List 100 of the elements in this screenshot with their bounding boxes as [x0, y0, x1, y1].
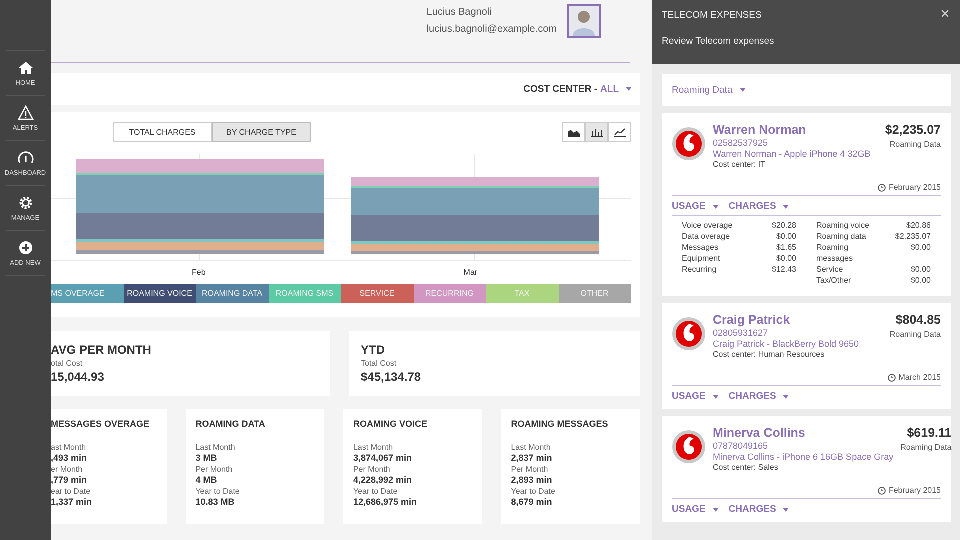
home-icon [18, 60, 34, 76]
expense-type: Roaming Data [890, 140, 941, 149]
charge-value: $20.28 [772, 220, 796, 231]
stat-label: Per Month [196, 465, 234, 474]
amount: $2,235.07 [885, 123, 941, 137]
bar-chart-button[interactable] [585, 122, 608, 142]
date: March 2015 [898, 373, 941, 382]
stat-label: Last Month [353, 443, 394, 452]
stat-value: 2,837 min [511, 453, 554, 463]
card-title: ROAMING VOICE [353, 419, 428, 429]
stat-value: 4,228,992 min [353, 475, 414, 485]
stat-value: 8,679 min [511, 497, 554, 507]
stat-value: 1,337 min [51, 497, 94, 507]
cost-value: 15,044.93 [51, 370, 106, 384]
charge-value: $0.00 [910, 275, 931, 286]
chart-toggle[interactable]: TOTAL CHARGES [113, 122, 212, 142]
legend-item: RECURRING [414, 284, 486, 303]
charges-dropdown[interactable]: CHARGES [728, 391, 790, 402]
charge-value: $0.00 [910, 264, 931, 275]
chart-toggle[interactable]: BY CHARGE TYPE [212, 122, 311, 142]
legend-item: ROAMING DATA [196, 284, 268, 303]
axis-label: Feb [192, 268, 206, 276]
charges-dropdown[interactable]: CHARGES [728, 201, 790, 212]
date: February 2015 [888, 183, 941, 192]
stat-label: Last Month [196, 443, 236, 452]
stat-value: 3,874,067 min [353, 453, 414, 463]
stat-value: 3 MB [196, 453, 218, 463]
plus-icon [18, 240, 34, 256]
usage-dropdown[interactable]: USAGE [672, 391, 719, 402]
phone-number: 02582537925 [713, 138, 770, 148]
person-name[interactable]: Minerva Collins [713, 426, 894, 440]
user-name: Lucius Bagnoli [426, 7, 493, 18]
usage-dropdown[interactable]: USAGE [672, 504, 719, 515]
avatar-icon [567, 4, 601, 38]
charge-label: Voice overage [682, 220, 734, 231]
legend-item: TAX [486, 284, 558, 303]
charges-dropdown[interactable]: CHARGES [728, 504, 790, 515]
charge-label: Messages [682, 242, 720, 253]
charge-label: Recurring [682, 264, 718, 275]
device-name: Minerva Collins - iPhone 6 16GB Space Gray [713, 452, 894, 462]
legend-item: ROAMING VOICE [124, 284, 196, 303]
alert-icon [18, 104, 34, 120]
person-name[interactable]: Warren Norman [713, 123, 878, 137]
card-title: MESSAGES OVERAGE [51, 419, 151, 429]
stat-label: Last Month [511, 443, 552, 452]
charge-value: $20.86 [906, 220, 931, 231]
charge-label: Equipment [682, 253, 722, 264]
stat-label: Per Month [353, 465, 392, 474]
area-chart-icon [568, 127, 580, 137]
cost-label: otal Cost [51, 359, 84, 368]
charge-label: Data overage [682, 231, 732, 242]
carrier-logo-icon [672, 127, 706, 161]
expense-type: Roaming Data [900, 443, 952, 452]
panel-title: TELECOM EXPENSES [662, 10, 762, 20]
charge-label: Roaming data [816, 231, 868, 242]
stat-label: ear to Date [51, 487, 92, 496]
amount: $804.85 [896, 313, 941, 327]
cost-center-dropdown[interactable]: COST CENTER - ALL [524, 84, 632, 94]
card-title: ROAMING MESSAGES [511, 419, 610, 429]
cost-label: Total Cost [361, 359, 398, 368]
dashboard-icon [18, 150, 34, 166]
carrier-logo-icon [672, 317, 706, 351]
phone-number: 07878049165 [713, 441, 770, 451]
person-name[interactable]: Craig Patrick [713, 313, 883, 327]
stat-label: er Month [51, 465, 84, 474]
date: February 2015 [888, 486, 941, 495]
charge-value: $2,235.07 [894, 231, 931, 242]
stat-label: ast Month [51, 443, 88, 452]
expense-type: Roaming Data [890, 330, 941, 339]
legend-item: ROAMING SMS [268, 284, 341, 303]
panel-subtitle: Review Telecom expenses [662, 36, 776, 47]
charge-value: $0.00 [775, 253, 796, 264]
usage-dropdown[interactable]: USAGE [672, 201, 719, 212]
stat-label: Year to Date [196, 487, 241, 496]
cost-center: Cost center: Sales [713, 463, 780, 472]
charge-label: Tax/Other [816, 275, 852, 286]
stat-value: ,493 min [51, 453, 88, 463]
amount: $619.11 [907, 426, 952, 440]
phone-number: 02805931627 [713, 328, 770, 338]
area-chart-button[interactable] [562, 122, 585, 142]
charge-value: $0.00 [910, 242, 931, 254]
clock-icon [888, 374, 896, 382]
stat-value: 10.83 MB [196, 497, 236, 507]
device-name: Craig Patrick - BlackBerry Bold 9650 [713, 339, 860, 349]
stat-label: Year to Date [353, 487, 399, 496]
cost-value: $45,134.78 [361, 370, 422, 384]
line-chart-button[interactable] [608, 122, 631, 142]
legend-item: SERVICE [341, 284, 414, 303]
stat-value: 12,686,975 min [353, 497, 418, 507]
stat-label: Year to Date [511, 487, 556, 496]
axis-label: Mar [464, 268, 478, 276]
charge-label: Roaming voice [816, 220, 870, 231]
card-title: AVG PER MONTH [51, 343, 152, 357]
bar-chart-icon [590, 127, 602, 137]
line-chart-icon [614, 127, 626, 137]
stat-value: 4 MB [196, 475, 218, 485]
stat-value: 2,893 min [511, 475, 554, 485]
close-button[interactable]: × [940, 8, 950, 22]
filter-dropdown[interactable]: Roaming Data [672, 84, 746, 96]
device-name: Warren Norman - Apple iPhone 4 32GB [713, 149, 872, 159]
